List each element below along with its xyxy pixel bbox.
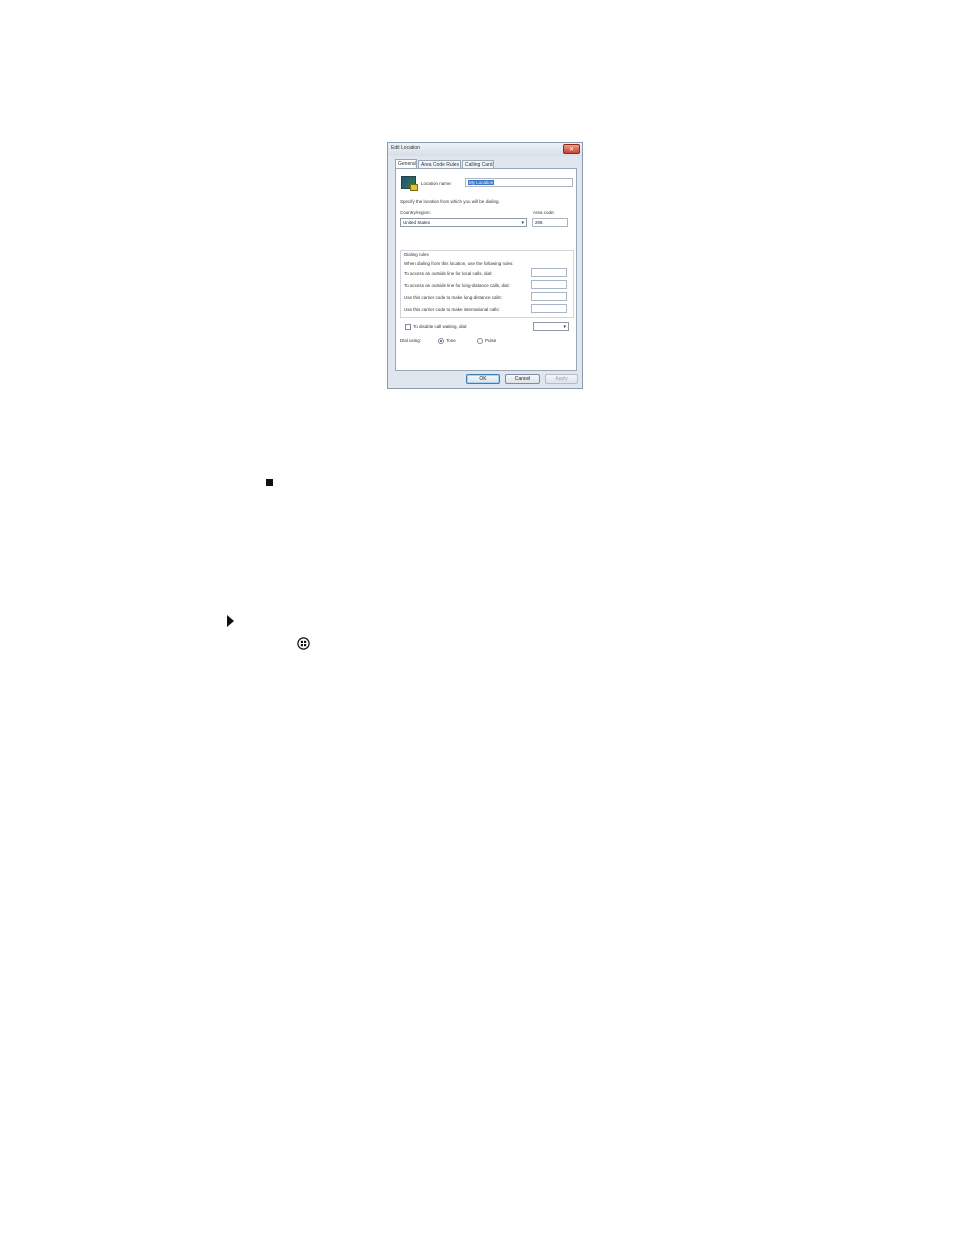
location-icon: [401, 176, 418, 191]
country-value: United States: [403, 220, 431, 225]
tone-label: Tone: [446, 338, 456, 343]
carrier-international-input[interactable]: [531, 304, 567, 313]
chevron-down-icon: ▾: [521, 220, 524, 226]
dialog-title: Edit Location: [391, 145, 420, 151]
general-panel: Location name: My Location Specify the l…: [395, 168, 577, 371]
apply-button[interactable]: Apply: [545, 374, 578, 384]
dialing-rules-intro: When dialing from this location, use the…: [404, 261, 514, 266]
cancel-button[interactable]: Cancel: [505, 374, 540, 384]
country-label: Country/region:: [400, 210, 431, 215]
local-line-input[interactable]: [531, 268, 567, 277]
call-waiting-select[interactable]: ▾: [533, 322, 569, 331]
tone-radio[interactable]: [438, 338, 444, 344]
specify-location-text: Specify the location from which you will…: [400, 199, 500, 204]
local-line-label: To access an outside line for local call…: [404, 271, 493, 276]
dialing-rules-heading: Dialing rules: [404, 252, 429, 257]
square-bullet-icon: [266, 479, 273, 486]
windows-start-icon: [297, 637, 310, 650]
play-arrow-icon: [227, 615, 234, 627]
call-waiting-label: To disable call waiting, dial:: [413, 324, 468, 329]
edit-location-dialog: Edit Location ✕ General Area Code Rules …: [387, 142, 583, 389]
location-name-label: Location name:: [421, 181, 452, 186]
dial-using-label: Dial using:: [400, 338, 422, 343]
chevron-down-icon: ▾: [563, 324, 566, 330]
long-distance-line-label: To access an outside line for long-dista…: [404, 283, 510, 288]
location-name-value: My Location: [468, 180, 495, 185]
dialing-rules-group: Dialing rules When dialing from this loc…: [400, 250, 574, 318]
carrier-long-distance-input[interactable]: [531, 292, 567, 301]
carrier-international-label: Use this carrier code to make internatio…: [404, 307, 500, 312]
dialog-titlebar: Edit Location ✕: [388, 143, 582, 156]
location-name-input[interactable]: My Location: [465, 178, 573, 187]
country-select[interactable]: United States ▾: [400, 218, 527, 227]
area-code-label: Area code:: [533, 210, 555, 215]
ok-button[interactable]: OK: [466, 374, 500, 384]
close-button[interactable]: ✕: [563, 144, 580, 154]
long-distance-line-input[interactable]: [531, 280, 567, 289]
call-waiting-checkbox[interactable]: [405, 324, 411, 330]
area-code-input[interactable]: 206: [532, 218, 568, 227]
carrier-long-distance-label: Use this carrier code to make long-dista…: [404, 295, 503, 300]
pulse-label: Pulse: [485, 338, 497, 343]
pulse-radio[interactable]: [477, 338, 483, 344]
